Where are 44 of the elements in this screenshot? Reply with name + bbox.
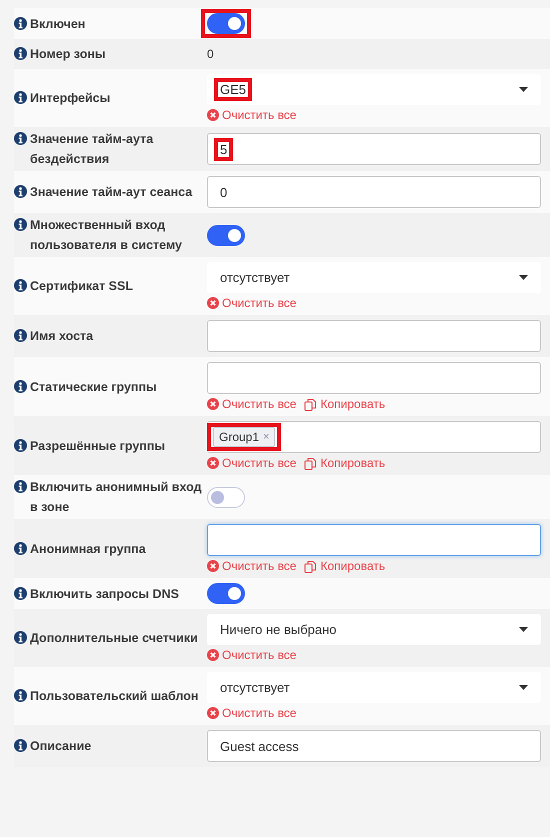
tag-label: Group1 xyxy=(219,430,260,444)
clear-all-link[interactable]: Очистить все xyxy=(207,648,296,662)
clear-all-link[interactable]: Очистить все xyxy=(207,559,296,573)
input-value: 5 xyxy=(220,142,228,156)
field-label: Дополнительные счетчики xyxy=(30,630,198,647)
field-label: Включить запросы DNS xyxy=(30,586,179,603)
select-field[interactable]: отсутствует xyxy=(207,672,541,703)
copy-link[interactable]: Копировать xyxy=(304,397,386,411)
select-field[interactable]: отсутствует xyxy=(207,262,541,293)
tag-input-field[interactable]: Group1 × xyxy=(207,421,541,453)
copy-link[interactable]: Копировать xyxy=(304,456,386,470)
field-label: Номер зоны xyxy=(30,46,106,63)
field-label: Анонимная группа xyxy=(30,540,146,558)
field-label: Значение тайм-аут сеанса xyxy=(30,184,192,201)
input-value: 0 xyxy=(220,184,228,200)
select-value: отсутствует xyxy=(220,680,290,695)
field-label: Множественный вход пользователя в систему xyxy=(30,217,183,254)
clear-all-link[interactable]: Очистить все xyxy=(207,397,296,411)
clear-all-link[interactable]: Очистить все xyxy=(207,706,296,720)
field-value: 0 xyxy=(207,46,214,63)
field-label: Включен xyxy=(30,16,86,32)
remove-tag-button[interactable]: × xyxy=(263,431,270,443)
select-field[interactable]: Ничего не выбрано xyxy=(207,614,541,645)
input-field[interactable]: Guest access xyxy=(207,730,541,762)
field-label: Сертификат SSL xyxy=(30,278,133,295)
input-field[interactable]: 0 xyxy=(207,176,541,208)
field-label: Интерфейсы xyxy=(30,90,110,107)
field-label: Включить анонимный вход в зоне xyxy=(30,479,203,516)
field-label: Значение тайм-аута бездействия xyxy=(30,131,154,168)
field-label: Описание xyxy=(30,738,92,755)
input-field[interactable]: 5 xyxy=(207,133,541,165)
input-value: Guest access xyxy=(220,738,299,754)
field-label: Статические группы xyxy=(30,378,157,396)
select-value: отсутствует xyxy=(220,270,290,285)
select-value: GE5 xyxy=(220,82,246,97)
field-label: Пользовательский шаблон xyxy=(30,688,198,705)
clear-all-link[interactable]: Очистить все xyxy=(207,296,296,310)
copy-link[interactable]: Копировать xyxy=(304,559,386,573)
clear-all-link[interactable]: Очистить все xyxy=(207,456,296,470)
field-label: Имя хоста xyxy=(30,328,94,345)
clear-all-link[interactable]: Очистить все xyxy=(207,108,296,122)
field-label: Разрешённые группы xyxy=(30,438,166,455)
select-field[interactable]: GE5 xyxy=(207,74,541,105)
select-value: Ничего не выбрано xyxy=(220,622,337,637)
